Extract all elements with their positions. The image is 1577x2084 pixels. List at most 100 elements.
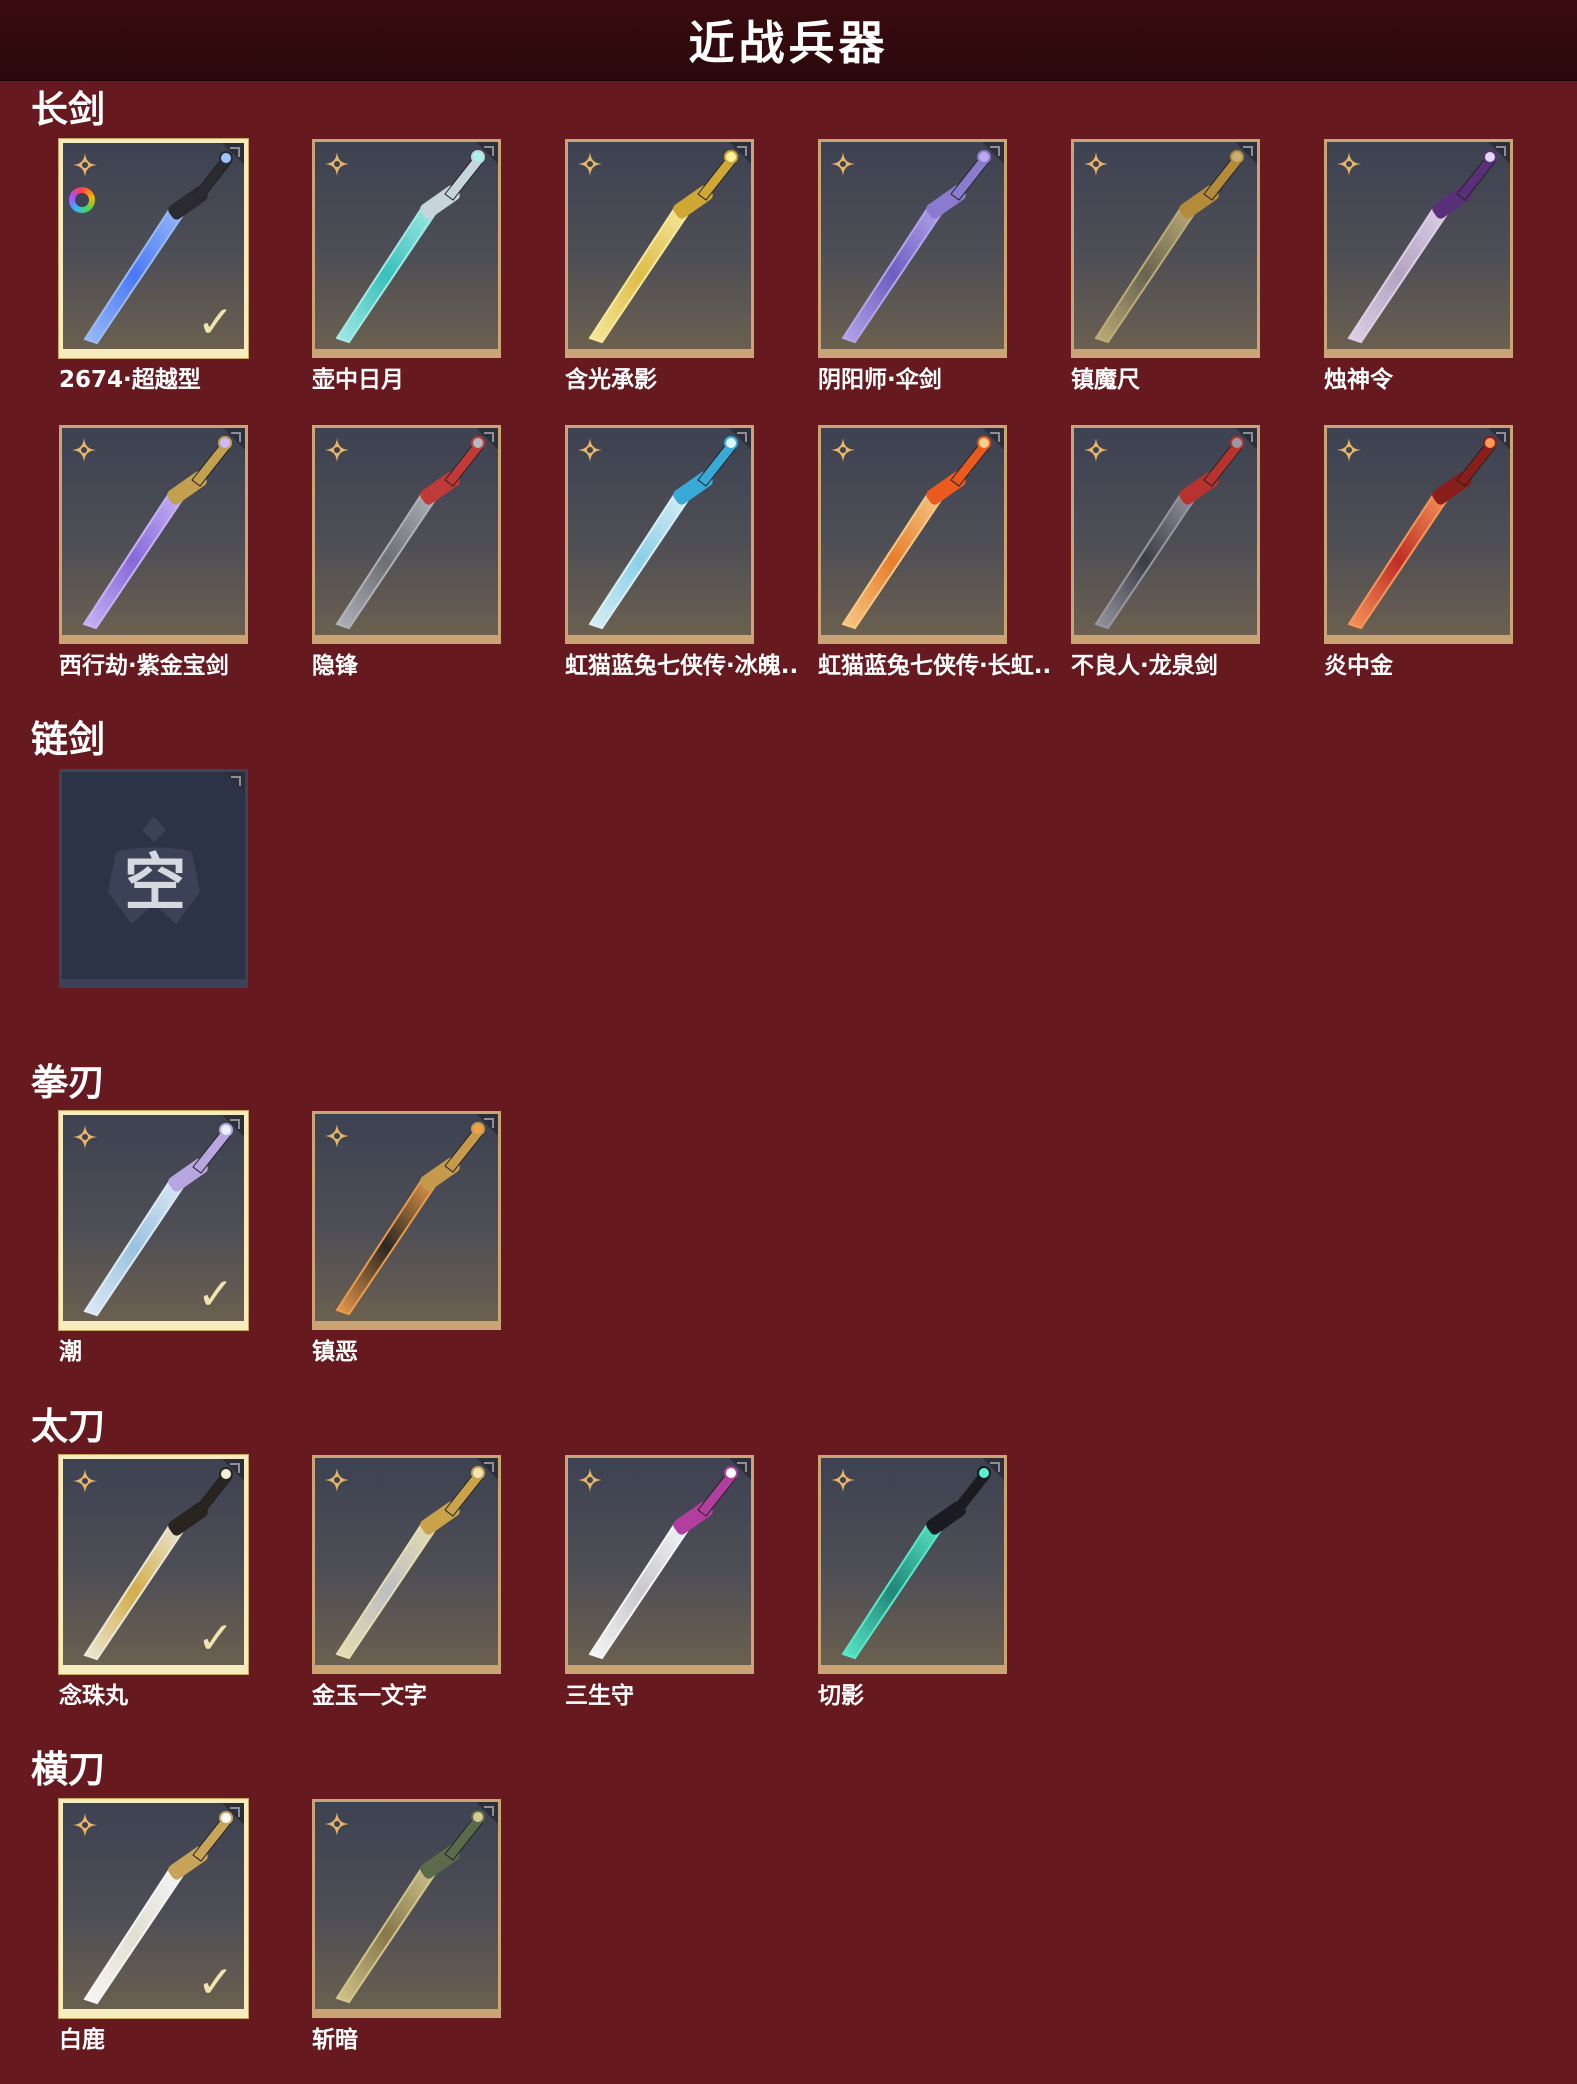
weapon-card[interactable] bbox=[818, 1455, 1007, 1674]
quality-star-icon bbox=[830, 1467, 856, 1493]
weapon-card[interactable] bbox=[312, 1111, 501, 1330]
weapon-card[interactable] bbox=[1324, 425, 1513, 644]
quality-star-icon bbox=[324, 437, 350, 463]
empty-weapon-card[interactable]: 空 bbox=[59, 769, 248, 988]
corner-tab-icon bbox=[729, 142, 751, 164]
corner-tab-icon bbox=[222, 1115, 244, 1137]
weapon-slot[interactable]: 三生守 bbox=[565, 1455, 754, 1709]
weapon-name: 白鹿 bbox=[59, 2027, 105, 2053]
weapon-slot[interactable]: ✓ 白鹿 bbox=[59, 1799, 248, 2053]
category-title-tachi: 太刀 bbox=[31, 1405, 105, 1448]
equipped-check-icon: ✓ bbox=[197, 297, 234, 348]
corner-tab-icon bbox=[1235, 428, 1257, 450]
quality-star-icon bbox=[324, 1467, 350, 1493]
weapon-card[interactable] bbox=[565, 425, 754, 644]
weapon-name: 三生守 bbox=[565, 1683, 634, 1709]
weapon-name: 阴阳师·伞剑 bbox=[818, 367, 942, 393]
weapon-slot[interactable]: 阴阳师·伞剑 bbox=[818, 139, 1007, 393]
weapon-card[interactable]: ✓ bbox=[59, 139, 248, 358]
title-bar: 近战兵器 bbox=[0, 0, 1577, 81]
quality-star-icon bbox=[72, 1812, 98, 1838]
weapon-slot[interactable]: 金玉一文字 bbox=[312, 1455, 501, 1709]
corner-tab-icon bbox=[223, 772, 245, 794]
weapon-card[interactable] bbox=[312, 1455, 501, 1674]
quality-star-icon bbox=[577, 151, 603, 177]
weapon-slot[interactable]: 西行劫·紫金宝剑 bbox=[59, 425, 248, 679]
weapon-slot[interactable]: 切影 bbox=[818, 1455, 1007, 1709]
weapon-name: 隐锋 bbox=[312, 653, 358, 679]
weapon-name: 不良人·龙泉剑 bbox=[1071, 653, 1218, 679]
weapon-card[interactable] bbox=[818, 425, 1007, 644]
corner-tab-icon bbox=[476, 428, 498, 450]
quality-star-icon bbox=[1083, 151, 1109, 177]
corner-tab-icon bbox=[476, 1114, 498, 1136]
weapon-slot[interactable]: 壶中日月 bbox=[312, 139, 501, 393]
quality-star-icon bbox=[577, 1467, 603, 1493]
page-title: 近战兵器 bbox=[688, 16, 889, 70]
quality-star-icon bbox=[1336, 437, 1362, 463]
quality-star-icon bbox=[72, 1468, 98, 1494]
weapon-name: 含光承影 bbox=[565, 367, 657, 393]
weapon-card[interactable] bbox=[312, 425, 501, 644]
corner-tab-icon bbox=[1235, 142, 1257, 164]
corner-tab-icon bbox=[1488, 428, 1510, 450]
weapon-slot[interactable]: 镇魔尺 bbox=[1071, 139, 1260, 393]
weapon-slot[interactable]: ✓ 2674·超越型 bbox=[59, 139, 248, 393]
weapon-slot[interactable]: ✓ 念珠丸 bbox=[59, 1455, 248, 1709]
weapon-slot[interactable]: 不良人·龙泉剑 bbox=[1071, 425, 1260, 679]
corner-tab-icon bbox=[982, 1458, 1004, 1480]
weapon-name: 镇魔尺 bbox=[1071, 367, 1140, 393]
corner-tab-icon bbox=[222, 1459, 244, 1481]
weapon-card[interactable] bbox=[565, 1455, 754, 1674]
quality-star-icon bbox=[830, 437, 856, 463]
weapon-slot[interactable]: 炎中金 bbox=[1324, 425, 1513, 679]
weapon-card[interactable] bbox=[1071, 139, 1260, 358]
equipped-check-icon: ✓ bbox=[197, 1957, 234, 2008]
weapon-slot[interactable]: ✓ 潮 bbox=[59, 1111, 248, 1365]
weapon-card[interactable] bbox=[1071, 425, 1260, 644]
quality-star-icon bbox=[324, 1811, 350, 1837]
equipped-check-icon: ✓ bbox=[197, 1613, 234, 1664]
weapon-card[interactable] bbox=[59, 425, 248, 644]
dye-ring-icon bbox=[69, 187, 95, 213]
weapon-slot[interactable]: 虹猫蓝兔七侠传·长虹.. bbox=[818, 425, 1051, 679]
weapon-slot[interactable]: 含光承影 bbox=[565, 139, 754, 393]
corner-tab-icon bbox=[476, 142, 498, 164]
category-title-longsword: 长剑 bbox=[31, 88, 105, 131]
corner-tab-icon bbox=[222, 1803, 244, 1825]
weapon-card[interactable] bbox=[1324, 139, 1513, 358]
equipped-check-icon: ✓ bbox=[197, 1269, 234, 1320]
quality-star-icon bbox=[1083, 437, 1109, 463]
weapon-slot[interactable]: 镇恶 bbox=[312, 1111, 501, 1365]
corner-tab-icon bbox=[729, 1458, 751, 1480]
category-title-chain-sword: 链剑 bbox=[31, 718, 105, 761]
corner-tab-icon bbox=[729, 428, 751, 450]
quality-star-icon bbox=[72, 1124, 98, 1150]
corner-tab-icon bbox=[476, 1458, 498, 1480]
weapon-name: 虹猫蓝兔七侠传·长虹.. bbox=[818, 653, 1052, 679]
category-title-hengdao: 横刀 bbox=[31, 1748, 105, 1791]
weapon-name: 念珠丸 bbox=[59, 1683, 128, 1709]
quality-star-icon bbox=[577, 437, 603, 463]
weapon-card[interactable] bbox=[312, 1799, 501, 2018]
weapon-slot[interactable]: 隐锋 bbox=[312, 425, 501, 679]
weapon-card[interactable]: ✓ bbox=[59, 1111, 248, 1330]
corner-tab-icon bbox=[222, 143, 244, 165]
weapon-card[interactable]: ✓ bbox=[59, 1799, 248, 2018]
weapon-card[interactable] bbox=[818, 139, 1007, 358]
weapon-name: 壶中日月 bbox=[312, 367, 404, 393]
weapon-name: 切影 bbox=[818, 1683, 864, 1709]
corner-tab-icon bbox=[982, 428, 1004, 450]
weapon-name: 炎中金 bbox=[1324, 653, 1393, 679]
weapon-name: 2674·超越型 bbox=[59, 367, 201, 393]
weapon-card[interactable]: ✓ bbox=[59, 1455, 248, 1674]
weapon-slot[interactable]: 虹猫蓝兔七侠传·冰魄.. bbox=[565, 425, 798, 679]
quality-star-icon bbox=[1336, 151, 1362, 177]
weapon-name: 镇恶 bbox=[312, 1339, 358, 1365]
weapon-slot-empty[interactable]: 空 bbox=[59, 769, 248, 988]
weapon-slot[interactable]: 斩暗 bbox=[312, 1799, 501, 2053]
weapon-card[interactable] bbox=[565, 139, 754, 358]
weapon-card[interactable] bbox=[312, 139, 501, 358]
quality-star-icon bbox=[72, 152, 98, 178]
weapon-slot[interactable]: 烛神令 bbox=[1324, 139, 1513, 393]
